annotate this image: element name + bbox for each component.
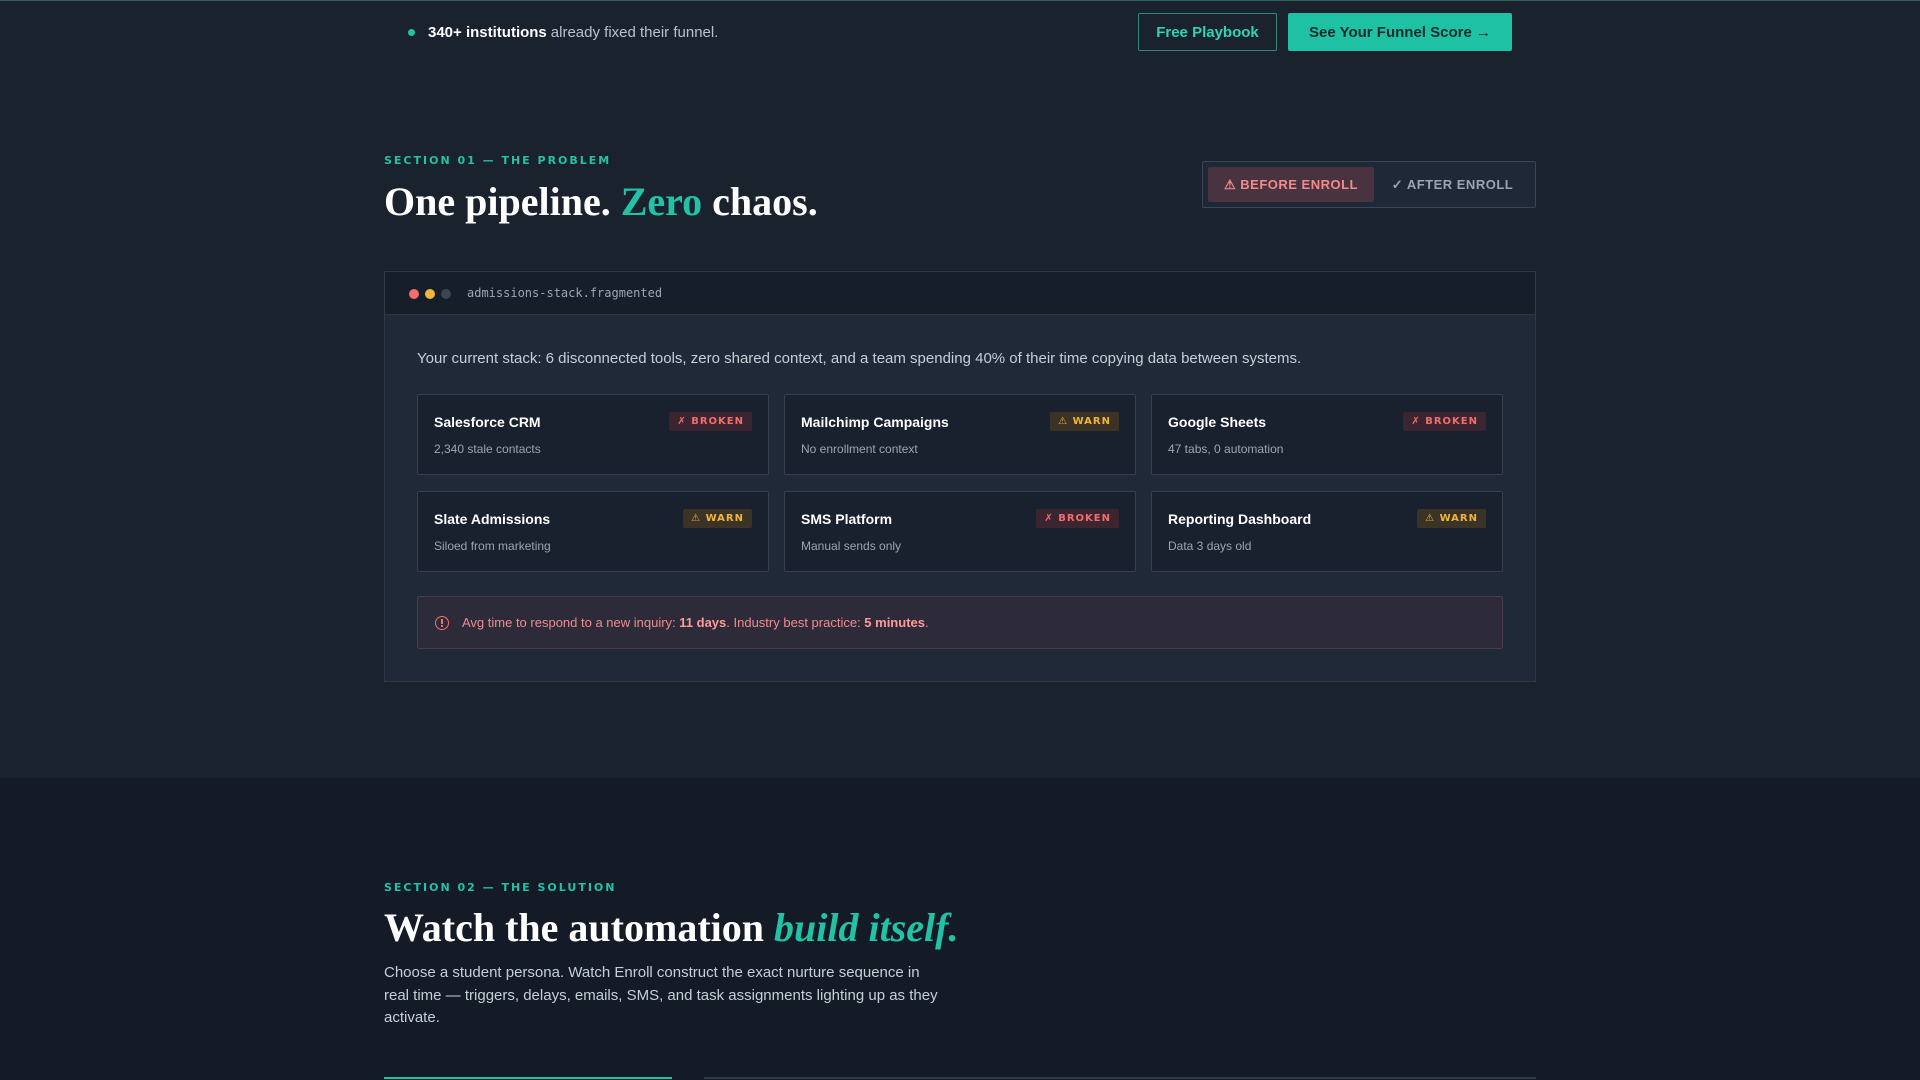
tool-card: Salesforce CRM 2,340 stale contacts ✗ BR… — [417, 394, 769, 475]
tool-card: Mailchimp Campaigns No enrollment contex… — [784, 394, 1136, 475]
tool-name: Salesforce CRM — [434, 414, 541, 430]
status-badge: ✗ BROKEN — [669, 412, 752, 431]
tool-name: Reporting Dashboard — [1168, 511, 1312, 527]
persona-selector-edge — [384, 1077, 672, 1079]
tool-detail: 47 tabs, 0 automation — [1168, 442, 1284, 456]
section-description: Choose a student persona. Watch Enroll c… — [384, 964, 938, 1026]
section-title: One pipeline. Zero chaos. — [384, 178, 818, 225]
tool-name: SMS Platform — [801, 511, 893, 527]
tool-name: Slate Admissions — [434, 511, 551, 527]
tool-detail: Manual sends only — [801, 539, 902, 553]
window-minimize-dot-icon — [425, 289, 435, 299]
social-proof-text: already fixed their funnel. — [550, 23, 719, 41]
social-proof: 340+ institutions already fixed their fu… — [408, 13, 718, 51]
flow-canvas-edge — [704, 1077, 1536, 1079]
tool-name: Google Sheets — [1168, 414, 1267, 430]
panel-description: Your current stack: 6 disconnected tools… — [417, 350, 1302, 367]
tool-card: Slate Admissions Siloed from marketing ⚠… — [417, 491, 769, 572]
title-accent: Zero — [620, 179, 703, 224]
tool-card: SMS Platform Manual sends only ✗ BROKEN — [784, 491, 1136, 572]
tab-after-enroll[interactable]: ✓ AFTER ENROLL — [1374, 167, 1531, 202]
best-practice-time: 5 minutes — [864, 615, 925, 630]
status-badge: ⚠ WARN — [1050, 412, 1119, 431]
status-badge: ✗ BROKEN — [1036, 509, 1119, 528]
tool-card: Google Sheets 47 tabs, 0 automation ✗ BR… — [1151, 394, 1503, 475]
tab-before-enroll[interactable]: ⚠ BEFORE ENROLL — [1208, 167, 1374, 202]
status-badge: ✗ BROKEN — [1403, 412, 1486, 431]
section-label: SECTION 01 — THE PROBLEM — [384, 154, 612, 167]
title-part: chaos. — [702, 179, 818, 224]
section-title: Watch the automation build itself. — [384, 904, 958, 951]
window-close-dot-icon — [409, 289, 419, 299]
social-proof-count: 340+ institutions — [428, 23, 547, 41]
top-border — [0, 0, 1920, 1]
title-accent: build itself. — [774, 905, 959, 950]
top-bar: 340+ institutions already fixed their fu… — [384, 13, 1512, 51]
section-label: SECTION 02 — THE SOLUTION — [384, 881, 617, 894]
window-maximize-dot-icon — [441, 289, 451, 299]
title-part: Watch the automation — [384, 905, 774, 950]
panel-header: admissions-stack.fragmented — [385, 272, 1535, 315]
tool-card: Reporting Dashboard Data 3 days old ⚠ WA… — [1151, 491, 1503, 572]
solution-section — [0, 778, 1920, 1080]
stack-panel: admissions-stack.fragmented Your current… — [384, 271, 1536, 682]
alert-circle-icon — [435, 615, 449, 630]
tool-detail: No enrollment context — [801, 442, 918, 456]
tool-name: Mailchimp Campaigns — [801, 414, 949, 430]
tool-detail: Siloed from marketing — [434, 539, 551, 553]
before-after-toggle: ⚠ BEFORE ENROLL ✓ AFTER ENROLL — [1202, 161, 1536, 208]
free-playbook-button[interactable]: Free Playbook — [1138, 13, 1277, 51]
title-part: One pipeline. — [384, 179, 621, 224]
status-badge: ⚠ WARN — [683, 509, 752, 528]
funnel-score-button[interactable]: See Your Funnel Score → — [1288, 13, 1512, 51]
status-badge: ⚠ WARN — [1417, 509, 1486, 528]
status-dot-icon — [408, 28, 415, 36]
panel-filename: admissions-stack.fragmented — [467, 286, 663, 300]
tool-detail: 2,340 stale contacts — [434, 442, 541, 456]
tool-detail: Data 3 days old — [1168, 539, 1252, 553]
response-time-alert: Avg time to respond to a new inquiry: 11… — [417, 596, 1503, 649]
current-response-time: 11 days — [679, 615, 727, 630]
alert-text: Avg time to respond to a new inquiry: 11… — [462, 615, 929, 630]
